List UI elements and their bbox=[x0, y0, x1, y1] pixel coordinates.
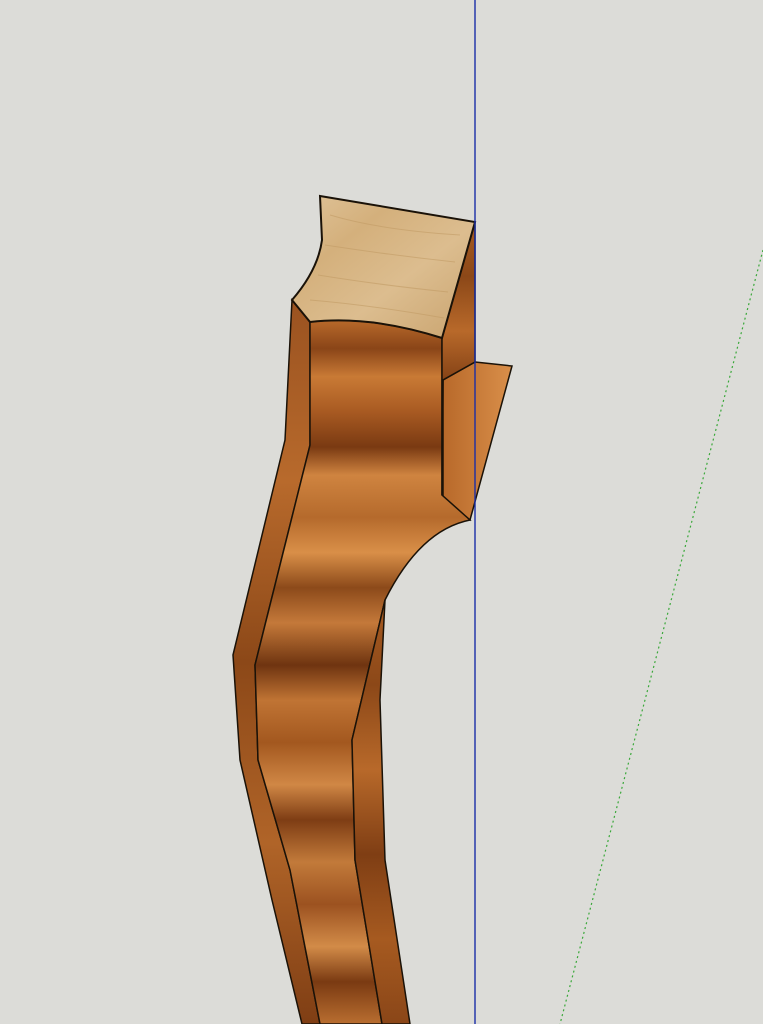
knee-bracket-face bbox=[442, 361, 513, 522]
viewport-canvas[interactable] bbox=[0, 0, 763, 1024]
modeling-viewport[interactable] bbox=[0, 0, 763, 1024]
end-grain-top-face bbox=[290, 194, 477, 340]
green-axis-line bbox=[559, 249, 763, 1024]
